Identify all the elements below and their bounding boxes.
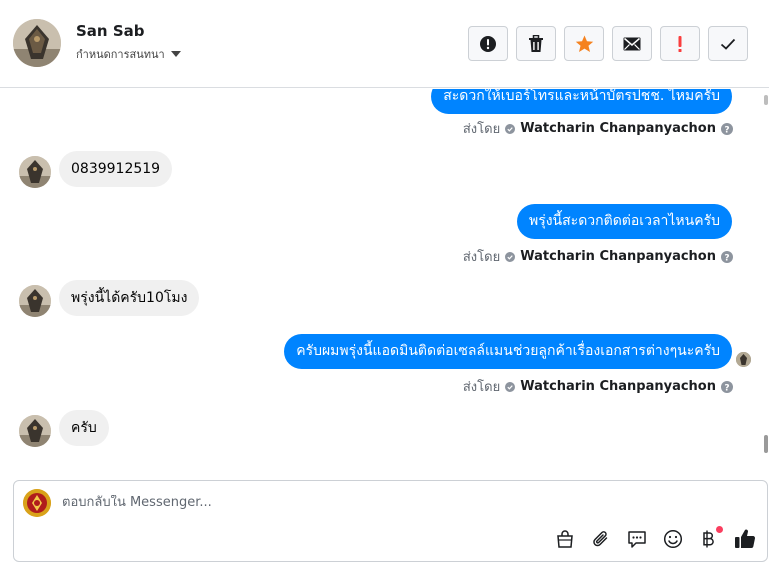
sent-by-label: ส่งโดย: [462, 122, 501, 137]
verified-check-icon: [505, 251, 516, 262]
baht-icon: [703, 530, 714, 548]
emoji-button[interactable]: [662, 528, 684, 550]
svg-text:?: ?: [724, 253, 729, 263]
svg-text:?: ?: [724, 125, 729, 135]
conversation-header: San Sab กำหนดการสนทนา: [0, 0, 769, 88]
contact-avatar-small[interactable]: [19, 156, 51, 188]
mark-done-button[interactable]: [708, 26, 748, 61]
sent-by-line: ส่งโดย Watcharin Chanpanyachon ?: [463, 376, 733, 397]
contact-name[interactable]: San Sab: [76, 22, 145, 40]
star-icon: [575, 34, 593, 52]
message-thread[interactable]: สะดวกให้เบอร์โทรและหน้าบัตรปชช. ไหมครับ …: [0, 89, 764, 475]
svg-text:?: ?: [724, 383, 729, 393]
outgoing-message[interactable]: สะดวกให้เบอร์โทรและหน้าบัตรปชช. ไหมครับ: [431, 89, 732, 114]
agent-name[interactable]: Watcharin Chanpanyachon: [520, 379, 716, 394]
incoming-message[interactable]: พรุ่งนี้ได้ครับ10โมง: [59, 280, 200, 316]
conversation-schedule-dropdown[interactable]: กำหนดการสนทนา: [76, 45, 181, 63]
follow-up-button[interactable]: [660, 26, 700, 61]
reply-composer: [13, 480, 768, 562]
conversation-toolbar: [468, 26, 748, 61]
mark-unread-button[interactable]: [612, 26, 652, 61]
help-icon[interactable]: ?: [721, 250, 733, 263]
emoji-icon: [663, 529, 683, 549]
scrollbar-thumb[interactable]: [764, 435, 768, 453]
outgoing-message[interactable]: พรุ่งนี้สะดวกติดต่อเวลาไหนครับ: [516, 204, 732, 239]
delete-button[interactable]: [516, 26, 556, 61]
sent-by-label: ส่งโดย: [462, 250, 501, 265]
conversation-schedule-label: กำหนดการสนทนา: [76, 48, 165, 61]
caret-down-icon: [170, 51, 181, 57]
seen-indicator-avatar: [736, 352, 751, 367]
payment-button[interactable]: [698, 526, 723, 550]
thread-scrollbar[interactable]: [764, 90, 769, 475]
agent-name[interactable]: Watcharin Chanpanyachon: [520, 121, 716, 136]
composer-toolbar: [554, 526, 756, 550]
like-button[interactable]: [734, 528, 756, 550]
help-icon[interactable]: ?: [721, 380, 733, 393]
contact-avatar-small[interactable]: [19, 415, 51, 447]
incoming-message[interactable]: 0839912519: [59, 151, 173, 187]
trash-icon: [529, 34, 543, 52]
attach-file-button[interactable]: [590, 528, 612, 550]
mark-spam-button[interactable]: [468, 26, 508, 61]
contact-avatar-small[interactable]: [19, 285, 51, 317]
incoming-message[interactable]: ครับ: [59, 410, 109, 446]
saved-replies-icon: [628, 531, 646, 548]
paperclip-icon: [593, 531, 608, 547]
alert-circle-icon: [480, 35, 496, 52]
verified-check-icon: [505, 381, 516, 392]
reply-input[interactable]: [62, 495, 662, 510]
notification-dot: [716, 526, 723, 533]
scrollbar-top-cap: [764, 95, 768, 105]
agent-name[interactable]: Watcharin Chanpanyachon: [520, 249, 716, 264]
saved-replies-button[interactable]: [626, 528, 648, 550]
outgoing-message[interactable]: ครับผมพรุ่งนี้แอดมินติดต่อเซลล์แมนช่วยลู…: [284, 334, 732, 369]
sent-by-line: ส่งโดย Watcharin Chanpanyachon ?: [463, 118, 733, 139]
shopping-bag-icon: [557, 530, 573, 548]
star-button[interactable]: [564, 26, 604, 61]
sent-by-line: ส่งโดย Watcharin Chanpanyachon ?: [463, 246, 733, 267]
thumbs-up-icon: [735, 529, 756, 549]
verified-check-icon: [505, 123, 516, 134]
envelope-icon: [623, 37, 641, 50]
help-icon[interactable]: ?: [721, 122, 733, 135]
sent-by-label: ส่งโดย: [462, 380, 501, 395]
page-avatar: [23, 489, 51, 517]
contact-avatar[interactable]: [13, 19, 61, 67]
shop-button[interactable]: [554, 528, 576, 550]
check-icon: [720, 38, 736, 50]
exclamation-icon: [678, 35, 682, 52]
